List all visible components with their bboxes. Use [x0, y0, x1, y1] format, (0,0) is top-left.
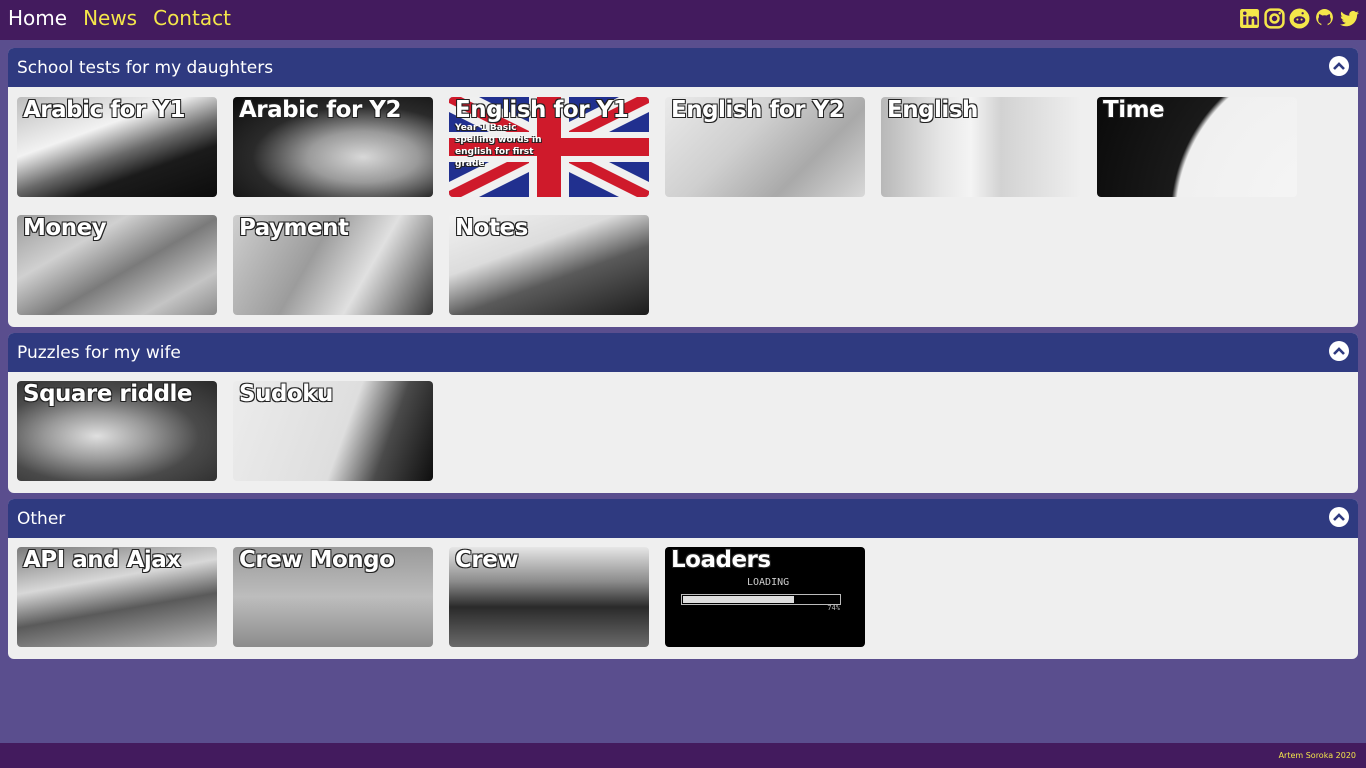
section-other: Other API and Ajax Crew Mongo Crew Loade… — [8, 499, 1358, 659]
tile-title: Money — [23, 215, 107, 241]
loader-progress-bar — [681, 594, 841, 605]
tile-title: Loaders — [671, 547, 771, 573]
tile-arabic-y2[interactable]: Arabic for Y2 — [233, 97, 433, 197]
section-title: Puzzles for my wife — [17, 343, 181, 363]
footer: Artem Soroka 2020 — [0, 743, 1366, 768]
github-icon[interactable] — [1314, 8, 1335, 29]
tile-title: English for Y2 — [671, 97, 845, 123]
section-title: Other — [17, 509, 66, 529]
tile-arabic-y1[interactable]: Arabic for Y1 — [17, 97, 217, 197]
tile-title: Time — [1103, 97, 1165, 123]
section-puzzles: Puzzles for my wife Square riddle Sudoku — [8, 333, 1358, 493]
footer-credit: Artem Soroka 2020 — [1278, 751, 1356, 760]
instagram-icon[interactable] — [1264, 8, 1285, 29]
tile-square-riddle[interactable]: Square riddle — [17, 381, 217, 481]
tile-title: Square riddle — [23, 381, 193, 407]
tile-title: Crew Mongo — [239, 547, 395, 573]
tile-notes[interactable]: Notes — [449, 215, 649, 315]
collapse-icon[interactable] — [1329, 341, 1349, 361]
tile-title: English — [887, 97, 978, 123]
reddit-icon[interactable] — [1289, 8, 1310, 29]
tile-title: Payment — [239, 215, 349, 241]
tile-crew-mongo[interactable]: Crew Mongo — [233, 547, 433, 647]
top-navbar: Home News Contact — [0, 0, 1366, 40]
collapse-icon[interactable] — [1329, 507, 1349, 527]
main-nav: Home News Contact — [8, 5, 231, 31]
tile-english[interactable]: English — [881, 97, 1081, 197]
section-header[interactable]: School tests for my daughters — [8, 48, 1358, 87]
section-school-tests: School tests for my daughters Arabic for… — [8, 48, 1358, 327]
section-header[interactable]: Other — [8, 499, 1358, 538]
linkedin-icon[interactable] — [1239, 8, 1260, 29]
tile-loaders[interactable]: Loaders LOADING 74% — [665, 547, 865, 647]
tile-english-y1[interactable]: English for Y1 Year 1 Basic spelling wor… — [449, 97, 649, 197]
tile-title: API and Ajax — [23, 547, 181, 573]
tile-title: Arabic for Y1 — [23, 97, 185, 123]
tile-api-ajax[interactable]: API and Ajax — [17, 547, 217, 647]
tile-english-y2[interactable]: English for Y2 — [665, 97, 865, 197]
nav-contact-link[interactable]: Contact — [153, 5, 231, 31]
tile-money[interactable]: Money — [17, 215, 217, 315]
section-title: School tests for my daughters — [17, 58, 274, 78]
collapse-icon[interactable] — [1329, 56, 1349, 76]
tile-title: Arabic for Y2 — [239, 97, 401, 123]
loader-progress-fill — [683, 596, 795, 603]
tile-time[interactable]: Time — [1097, 97, 1297, 197]
nav-home-link[interactable]: Home — [8, 5, 67, 31]
tile-subtitle: Year 1 Basic spelling words in english f… — [455, 123, 542, 169]
section-header[interactable]: Puzzles for my wife — [8, 333, 1358, 372]
nav-news-link[interactable]: News — [83, 5, 137, 31]
tile-payment[interactable]: Payment — [233, 215, 433, 315]
loader-percent: 74% — [827, 604, 840, 612]
tile-title: Crew — [455, 547, 519, 573]
tile-title: Sudoku — [239, 381, 333, 407]
tile-sudoku[interactable]: Sudoku — [233, 381, 433, 481]
social-links — [1239, 8, 1360, 29]
tile-crew[interactable]: Crew — [449, 547, 649, 647]
tile-title: Notes — [455, 215, 528, 241]
loader-label: LOADING — [747, 577, 790, 588]
tile-title: English for Y1 — [455, 97, 629, 123]
twitter-icon[interactable] — [1339, 8, 1360, 29]
